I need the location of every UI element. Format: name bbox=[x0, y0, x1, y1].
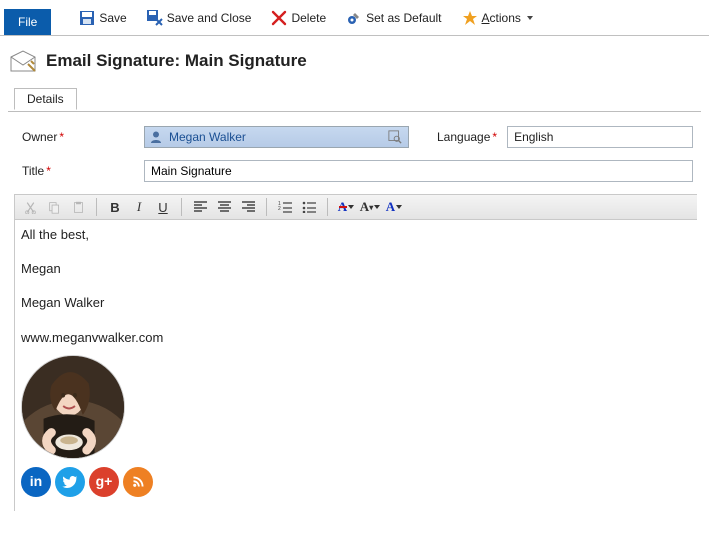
file-tab[interactable]: File bbox=[4, 9, 51, 35]
bold-button[interactable]: B bbox=[104, 197, 126, 217]
save-button[interactable]: Save bbox=[73, 7, 132, 29]
italic-button[interactable]: I bbox=[128, 197, 150, 217]
align-right-button[interactable] bbox=[237, 197, 259, 217]
owner-label: Owner* bbox=[22, 130, 134, 144]
save-icon bbox=[79, 10, 95, 26]
title-label: Title* bbox=[22, 164, 134, 178]
ribbon: File Save Save and Close Delete Set as D… bbox=[0, 0, 709, 36]
form: Owner* Megan Walker Language* English Ti… bbox=[0, 112, 709, 182]
twitter-icon[interactable] bbox=[55, 467, 85, 497]
actions-label: Actions bbox=[482, 11, 521, 25]
align-center-button[interactable] bbox=[213, 197, 235, 217]
bulleted-list-button[interactable] bbox=[298, 197, 320, 217]
googleplus-icon[interactable]: g+ bbox=[89, 467, 119, 497]
save-label: Save bbox=[99, 11, 126, 25]
paste-button bbox=[67, 197, 89, 217]
save-close-icon bbox=[147, 10, 163, 26]
signature-line: Megan Walker bbox=[21, 294, 689, 312]
set-default-icon bbox=[346, 10, 362, 26]
font-size-button[interactable]: A▾ bbox=[359, 197, 381, 217]
tab-details[interactable]: Details bbox=[14, 88, 77, 110]
rich-text-editor: B I U 12 A A▾ A All the best, Megan Mega… bbox=[14, 194, 697, 511]
person-icon bbox=[149, 130, 163, 144]
set-default-button[interactable]: Set as Default bbox=[340, 7, 447, 29]
owner-value: Megan Walker bbox=[169, 130, 246, 144]
language-value: English bbox=[514, 130, 553, 144]
owner-lookup-field[interactable]: Megan Walker bbox=[144, 126, 409, 148]
page-header: Email Signature: Main Signature bbox=[0, 36, 709, 82]
set-default-label: Set as Default bbox=[366, 11, 441, 25]
svg-text:2: 2 bbox=[278, 206, 281, 212]
language-label: Language* bbox=[437, 130, 497, 144]
save-close-button[interactable]: Save and Close bbox=[141, 7, 258, 29]
underline-button[interactable]: U bbox=[152, 197, 174, 217]
profile-photo bbox=[21, 355, 125, 459]
numbered-list-button[interactable]: 12 bbox=[274, 197, 296, 217]
editor-toolbar: B I U 12 A A▾ A bbox=[15, 194, 697, 220]
delete-button[interactable]: Delete bbox=[265, 7, 332, 29]
signature-line: Megan bbox=[21, 260, 689, 278]
signature-link: www.meganvwalker.com bbox=[21, 329, 689, 347]
editor-body[interactable]: All the best, Megan Megan Walker www.meg… bbox=[15, 220, 697, 511]
social-links: in g+ bbox=[21, 467, 689, 497]
actions-menu[interactable]: Actions bbox=[456, 7, 539, 29]
copy-button bbox=[43, 197, 65, 217]
delete-icon bbox=[271, 10, 287, 26]
linkedin-icon[interactable]: in bbox=[21, 467, 51, 497]
language-select[interactable]: English bbox=[507, 126, 693, 148]
align-left-button[interactable] bbox=[189, 197, 211, 217]
delete-label: Delete bbox=[291, 11, 326, 25]
tabstrip: Details bbox=[8, 88, 701, 112]
signature-line: All the best, bbox=[21, 226, 689, 244]
save-close-label: Save and Close bbox=[167, 11, 252, 25]
actions-icon bbox=[462, 10, 478, 26]
rss-icon[interactable] bbox=[123, 467, 153, 497]
font-color-button[interactable]: A bbox=[335, 197, 357, 217]
title-input[interactable] bbox=[144, 160, 693, 182]
lookup-icon[interactable] bbox=[386, 128, 404, 146]
page-title: Email Signature: Main Signature bbox=[46, 51, 307, 71]
email-icon bbox=[10, 50, 36, 72]
font-family-button[interactable]: A bbox=[383, 197, 405, 217]
chevron-down-icon bbox=[527, 16, 533, 20]
cut-button bbox=[19, 197, 41, 217]
